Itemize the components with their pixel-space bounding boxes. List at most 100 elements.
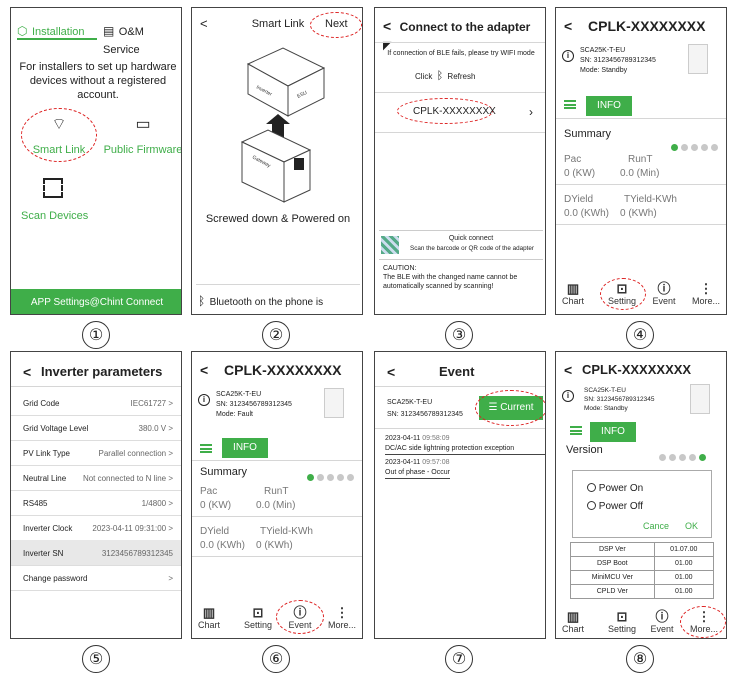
monitor-icon: ▭: [135, 116, 151, 133]
parameter-label: Neutral Line: [23, 474, 67, 483]
tab-om-service[interactable]: ▤ O&M Service: [103, 22, 181, 56]
document-icon: ▤: [103, 24, 115, 38]
nav-more[interactable]: ⋮ More...: [324, 606, 360, 631]
pac-label: Pac: [200, 486, 218, 497]
parameter-label: PV Link Type: [23, 449, 70, 458]
step-number-1: ①: [82, 321, 110, 349]
parameter-value: 2023-04-11 09:31:00 >: [92, 524, 173, 533]
next-button[interactable]: Next: [325, 18, 348, 30]
step-number-5: ⑤: [82, 645, 110, 673]
nav-event[interactable]: ⓘ Event: [282, 606, 318, 631]
version-key: MiniMCU Ver: [570, 570, 655, 585]
divider: [556, 184, 726, 185]
public-firmware-button[interactable]: ▭ Public Firmware: [103, 114, 181, 156]
app-settings-footer[interactable]: APP Settings@Chint Connect: [11, 289, 181, 314]
menu-icon[interactable]: [564, 100, 576, 109]
parameter-row[interactable]: RS485 1/4800 >: [11, 490, 181, 516]
pac-value: 0 (KW): [200, 500, 232, 511]
nav-more-label: More...: [327, 620, 356, 630]
parameter-row[interactable]: Change password >: [11, 565, 181, 591]
step-number-4: ④: [626, 321, 654, 349]
nav-chart[interactable]: ▥ Chart: [558, 281, 588, 307]
chart-icon: ▥: [566, 281, 580, 296]
ok-button[interactable]: OK: [685, 521, 698, 531]
power-off-option[interactable]: Power Off: [587, 501, 643, 512]
quick-connect-desc: Scan the barcode or QR code of the adapt…: [410, 245, 534, 252]
back-button[interactable]: <: [387, 364, 395, 380]
smart-link-button[interactable]: ⌔ Smart Link: [23, 114, 95, 156]
bluetooth-status-text: Bluetooth on the phone is enabled.: [209, 297, 324, 308]
parameter-label: Grid Code: [23, 399, 60, 408]
parameter-label: Grid Voltage Level: [23, 424, 89, 433]
nav-event[interactable]: ⓘ Event: [646, 282, 682, 307]
device-title: CPLK-XXXXXXXX: [588, 18, 706, 34]
event-date: 2023-04-11: [385, 459, 421, 466]
divider: [11, 386, 181, 387]
device-sn: SN: 3123456789312345: [580, 57, 656, 64]
nav-more-label: More...: [691, 296, 720, 306]
divider: [196, 284, 360, 285]
parameter-row[interactable]: Inverter SN 3123456789312345: [11, 540, 181, 566]
back-button[interactable]: <: [383, 18, 391, 34]
page-title: Inverter parameters: [41, 364, 163, 379]
back-button[interactable]: <: [564, 18, 572, 34]
version-value: 01.00: [653, 584, 715, 599]
nav-more[interactable]: ⋮ More...: [688, 281, 724, 307]
nav-more[interactable]: ⋮ More...: [686, 609, 722, 635]
nav-setting-label: Setting: [243, 620, 273, 630]
more-icon: ⋮: [697, 609, 711, 624]
event-time: 09:58:09: [422, 435, 450, 442]
parameter-row[interactable]: Inverter Clock 2023-04-11 09:31:00 >: [11, 515, 181, 541]
nav-chart-label: Chart: [561, 296, 584, 306]
menu-icon[interactable]: [200, 444, 212, 453]
cancel-button[interactable]: Cance: [643, 521, 669, 531]
phone-smart-link: < Smart Link Next Inverter ESU Gateway S…: [191, 7, 363, 315]
menu-icon[interactable]: [570, 426, 582, 435]
back-button[interactable]: <: [200, 362, 208, 378]
scan-devices-button[interactable]: Scan Devices: [21, 178, 91, 222]
back-button[interactable]: <: [200, 16, 208, 31]
back-button[interactable]: <: [564, 362, 572, 378]
nav-chart[interactable]: ▥ Chart: [558, 610, 588, 635]
event-item-2[interactable]: 2023-04-11 09:57:08 Out of phase - Occur: [385, 458, 545, 479]
parameter-row[interactable]: Neutral Line Not connected to N line >: [11, 465, 181, 491]
nav-event[interactable]: ⓘ Event: [644, 610, 680, 635]
header: < Connect to the adapter ◤: [383, 18, 543, 54]
nav-setting[interactable]: ⊡ Setting: [602, 282, 642, 307]
back-button[interactable]: <: [23, 364, 31, 380]
parameter-row[interactable]: PV Link Type Parallel connection >: [11, 440, 181, 466]
device-model: SCA25K-T-EU: [584, 387, 626, 394]
page-title: Event: [439, 364, 475, 379]
quick-connect-button[interactable]: Quick connect Scan the barcode or QR cod…: [379, 230, 543, 260]
power-on-option[interactable]: Power On: [587, 483, 643, 494]
info-tab[interactable]: INFO: [586, 96, 632, 116]
runt-label: RunT: [628, 154, 653, 165]
device-title: CPLK-XXXXXXXX: [224, 362, 342, 378]
nav-event-label: Event: [650, 624, 674, 634]
info-tab[interactable]: INFO: [590, 422, 636, 442]
parameter-value: 1/4800 >: [141, 499, 173, 508]
parameter-value: Parallel connection >: [98, 449, 174, 458]
phone-installation: ⬡ Installation ▤ O&M Service For install…: [10, 7, 182, 315]
event-item-1[interactable]: 2023-04-11 09:58:09 DC/AC side lightning…: [385, 434, 545, 455]
parameter-row[interactable]: Grid Voltage Level 380.0 V >: [11, 415, 181, 441]
tab-installation[interactable]: ⬡ Installation: [17, 22, 97, 40]
qr-code-icon: [381, 236, 399, 254]
version-key: CPLD Ver: [570, 584, 655, 599]
nav-setting[interactable]: ⊡ Setting: [602, 610, 642, 635]
parameter-row[interactable]: Grid Code IEC61727 >: [11, 390, 181, 416]
more-icon: ⋮: [699, 281, 713, 296]
parameter-label: RS485: [23, 499, 48, 508]
divider: [192, 516, 362, 517]
phone-connect-adapter: < Connect to the adapter ◤ If connection…: [374, 7, 546, 315]
nav-setting[interactable]: ⊡ Setting: [238, 606, 278, 631]
refresh-row[interactable]: Click ᛒ Refresh: [415, 70, 515, 82]
cube-icon: ⬡: [17, 24, 28, 38]
tab-installation-label: Installation: [31, 26, 85, 38]
nav-chart[interactable]: ▥ Chart: [194, 606, 224, 631]
device-list-item[interactable]: CPLK-XXXXXXXX: [413, 106, 496, 117]
parameter-value: 380.0 V >: [138, 424, 173, 433]
device-details: SCA25K-T-EU SN: 3123456789312345 Mode: S…: [584, 386, 654, 413]
info-tab[interactable]: INFO: [222, 438, 268, 458]
phone-device-info: < CPLK-XXXXXXXX i SCA25K-T-EU SN: 312345…: [555, 7, 727, 315]
